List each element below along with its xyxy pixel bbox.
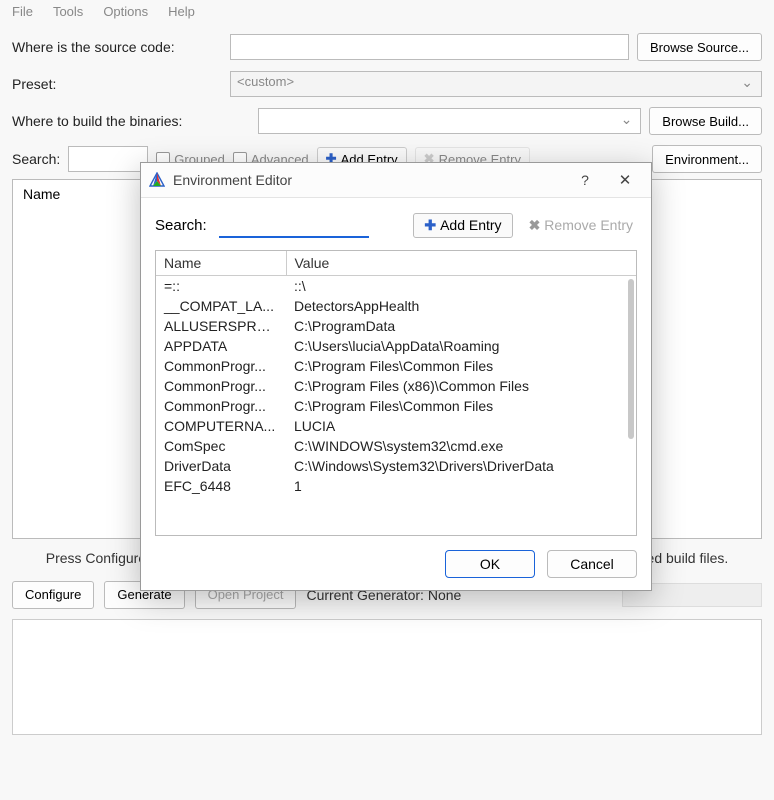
env-value-cell: C:\Program Files\Common Files (286, 396, 636, 416)
env-value-cell: LUCIA (286, 416, 636, 436)
browse-source-button[interactable]: Browse Source... (637, 33, 762, 61)
browse-build-button[interactable]: Browse Build... (649, 107, 762, 135)
env-table[interactable]: Name Value =::::\__COMPAT_LA...Detectors… (155, 250, 637, 536)
env-name-cell: DriverData (156, 456, 286, 476)
build-label: Where to build the binaries: (12, 113, 250, 129)
dialog-add-entry-button[interactable]: ✚ Add Entry (413, 213, 512, 238)
env-name-cell: __COMPAT_LA... (156, 296, 286, 316)
env-row[interactable]: CommonProgr...C:\Program Files (x86)\Com… (156, 376, 636, 396)
environment-button[interactable]: Environment... (652, 145, 762, 173)
env-value-cell: ::\ (286, 276, 636, 297)
env-row[interactable]: ComSpecC:\WINDOWS\system32\cmd.exe (156, 436, 636, 456)
env-value-cell: DetectorsAppHealth (286, 296, 636, 316)
cmake-logo-icon (149, 172, 165, 188)
env-row[interactable]: __COMPAT_LA...DetectorsAppHealth (156, 296, 636, 316)
ok-button[interactable]: OK (445, 550, 535, 578)
cancel-button[interactable]: Cancel (547, 550, 637, 578)
log-output (12, 619, 762, 735)
env-row[interactable]: ALLUSERSPROF...C:\ProgramData (156, 316, 636, 336)
build-path-combo[interactable] (258, 108, 641, 134)
env-row[interactable]: CommonProgr...C:\Program Files\Common Fi… (156, 356, 636, 376)
env-row[interactable]: COMPUTERNA...LUCIA (156, 416, 636, 436)
environment-editor-dialog: Environment Editor ? ✕ Search: ✚ Add Ent… (140, 162, 652, 591)
search-label: Search: (12, 151, 60, 167)
env-name-cell: EFC_6448 (156, 476, 286, 496)
menu-help[interactable]: Help (168, 4, 195, 19)
env-name-cell: ComSpec (156, 436, 286, 456)
menubar: File Tools Options Help (0, 0, 774, 27)
env-value-cell: C:\ProgramData (286, 316, 636, 336)
env-col-name[interactable]: Name (156, 251, 286, 276)
source-label: Where is the source code: (12, 39, 222, 55)
dialog-title: Environment Editor (173, 172, 561, 188)
env-value-cell: C:\Users\lucia\AppData\Roaming (286, 336, 636, 356)
remove-icon: ✖ (529, 217, 541, 234)
close-button[interactable]: ✕ (609, 169, 641, 191)
source-path-input[interactable] (230, 34, 629, 60)
env-name-cell: APPDATA (156, 336, 286, 356)
cache-search-input[interactable] (68, 146, 148, 172)
cache-name-header: Name (23, 186, 60, 202)
dialog-titlebar: Environment Editor ? ✕ (141, 163, 651, 198)
env-name-cell: =:: (156, 276, 286, 297)
env-row[interactable]: EFC_64481 (156, 476, 636, 496)
env-value-cell: C:\Program Files (x86)\Common Files (286, 376, 636, 396)
env-row[interactable]: CommonProgr...C:\Program Files\Common Fi… (156, 396, 636, 416)
help-button[interactable]: ? (569, 169, 601, 191)
env-name-cell: ALLUSERSPROF... (156, 316, 286, 336)
configure-button[interactable]: Configure (12, 581, 94, 609)
dialog-search-input[interactable] (219, 212, 369, 238)
env-value-cell: C:\Program Files\Common Files (286, 356, 636, 376)
env-value-cell: 1 (286, 476, 636, 496)
env-name-cell: CommonProgr... (156, 376, 286, 396)
menu-options[interactable]: Options (103, 4, 148, 19)
env-col-value[interactable]: Value (286, 251, 636, 276)
dialog-remove-entry-button[interactable]: ✖ Remove Entry (525, 214, 637, 237)
preset-label: Preset: (12, 76, 222, 92)
env-scrollbar[interactable] (628, 279, 634, 439)
env-name-cell: CommonProgr... (156, 396, 286, 416)
env-row[interactable]: =::::\ (156, 276, 636, 297)
env-row[interactable]: DriverDataC:\Windows\System32\Drivers\Dr… (156, 456, 636, 476)
env-row[interactable]: APPDATAC:\Users\lucia\AppData\Roaming (156, 336, 636, 356)
env-value-cell: C:\Windows\System32\Drivers\DriverData (286, 456, 636, 476)
plus-icon: ✚ (424, 217, 436, 234)
env-value-cell: C:\WINDOWS\system32\cmd.exe (286, 436, 636, 456)
menu-tools[interactable]: Tools (53, 4, 83, 19)
menu-file[interactable]: File (12, 4, 33, 19)
preset-combo[interactable]: <custom> (230, 71, 762, 97)
env-name-cell: COMPUTERNA... (156, 416, 286, 436)
preset-value: <custom> (237, 74, 294, 89)
dialog-search-label: Search: (155, 217, 207, 234)
env-name-cell: CommonProgr... (156, 356, 286, 376)
